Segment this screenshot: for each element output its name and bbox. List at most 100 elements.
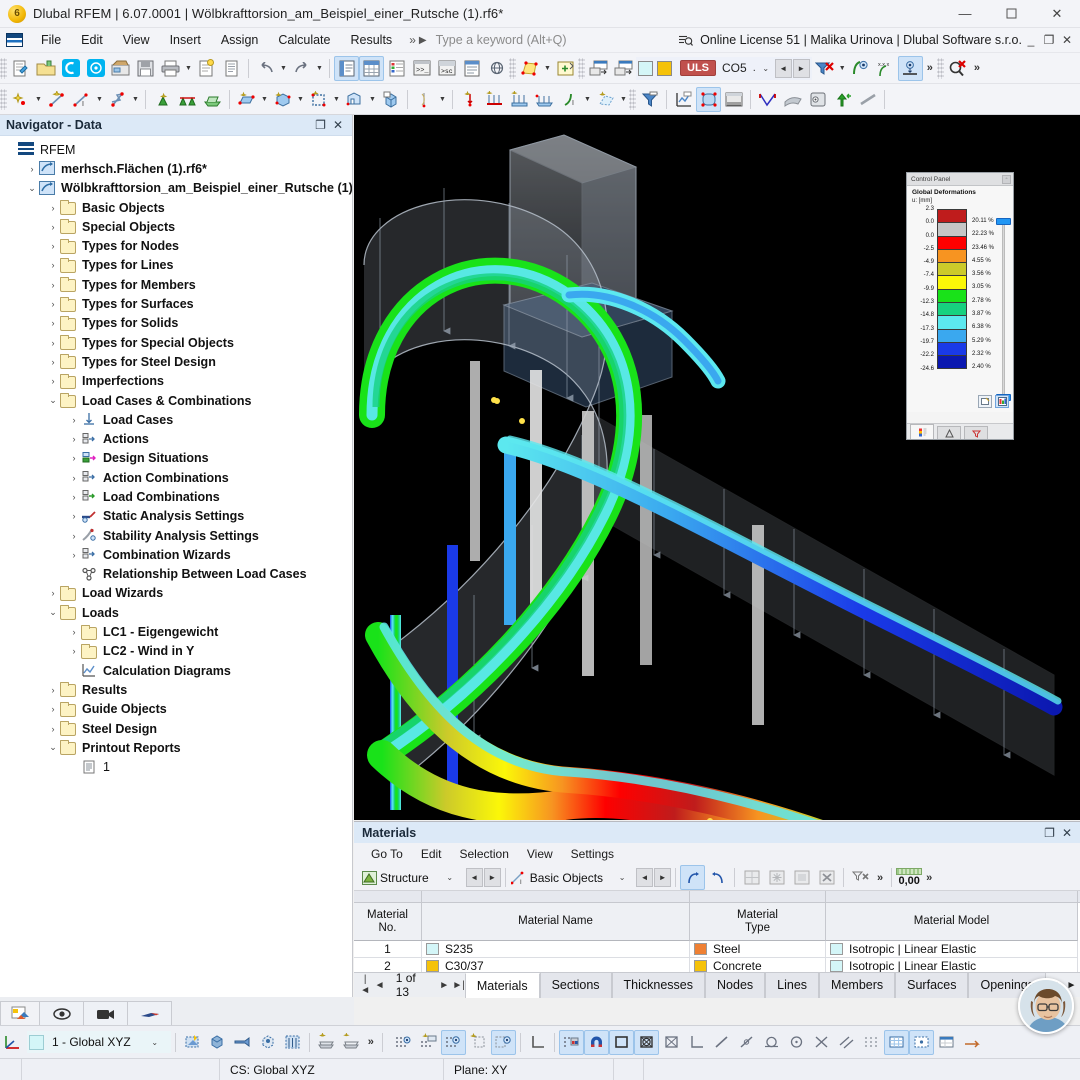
surface-load-icon[interactable] <box>532 87 557 112</box>
animation-icon[interactable] <box>721 87 746 112</box>
table-row[interactable]: 1 S235 Steel Isotropic | Linear Elastic <box>354 941 1080 958</box>
cell-material-no[interactable]: 1 <box>354 941 422 958</box>
new-node-dropdown[interactable]: ▼ <box>33 87 44 112</box>
print-icon[interactable] <box>158 56 183 81</box>
diagram-icon[interactable] <box>671 87 696 112</box>
mdi-close-button[interactable]: ✕ <box>1058 33 1076 47</box>
tree-expand-arrow[interactable]: › <box>46 299 60 309</box>
surface-dropdown[interactable]: ▼ <box>542 56 553 81</box>
load-wizard-icon[interactable] <box>593 87 618 112</box>
keyword-search-input[interactable]: Type a keyword (Alt+Q) <box>432 33 664 47</box>
objects-combo-dropdown[interactable]: ⌄ <box>609 873 635 882</box>
scale-color-3[interactable] <box>937 248 967 263</box>
tree-item-imperfections[interactable]: › Imperfections <box>0 372 352 391</box>
cell-material-name[interactable]: S235 <box>422 941 690 958</box>
rotate-section-icon[interactable] <box>680 865 706 890</box>
load-wizard-dropdown[interactable]: ▼ <box>618 87 629 112</box>
free-load-icon[interactable]: I <box>557 87 582 112</box>
color-scale-slider-thumb-top[interactable] <box>996 218 1011 225</box>
load-case-prev-button[interactable]: ◄ <box>774 58 792 78</box>
undo-icon[interactable] <box>253 56 278 81</box>
table-view-icon[interactable] <box>934 1030 959 1055</box>
tree-expand-arrow[interactable]: ⌄ <box>46 742 60 753</box>
tree-item-lc1-eigengewicht[interactable]: › LC1 - Eigengewicht <box>0 622 352 641</box>
tree-item-types-for-surfaces[interactable]: › Types for Surfaces <box>0 294 352 313</box>
tab-materials[interactable]: Materials <box>464 972 540 998</box>
new-model-icon[interactable] <box>8 56 33 81</box>
cloud-network-icon[interactable] <box>83 56 108 81</box>
filter-tab[interactable] <box>964 426 988 439</box>
new-solid-dropdown[interactable]: ▼ <box>295 87 306 112</box>
show-results-icon[interactable] <box>848 56 873 81</box>
new-surface-dropdown[interactable]: ▼ <box>259 87 270 112</box>
undo-dropdown[interactable]: ▼ <box>278 56 289 81</box>
menu-assign[interactable]: Assign <box>211 29 269 51</box>
perpendicular-snap-icon[interactable] <box>734 1030 759 1055</box>
menu-insert[interactable]: Insert <box>160 29 211 51</box>
model-wizard-icon[interactable] <box>108 56 133 81</box>
toolbar2-grip-2[interactable] <box>629 88 636 110</box>
tree-item-types-for-solids[interactable]: › Types for Solids <box>0 314 352 333</box>
pager-last-button[interactable]: ►| <box>452 980 465 991</box>
toolbar1-overflow-button[interactable]: » <box>923 62 937 74</box>
tree-item-types-for-members[interactable]: › Types for Members <box>0 275 352 294</box>
nodal-support-icon[interactable] <box>150 87 175 112</box>
filter-clear-icon[interactable] <box>812 56 837 81</box>
snap-grid-icon[interactable] <box>391 1030 416 1055</box>
delete-row-icon[interactable] <box>814 865 839 890</box>
structure-next-button[interactable]: ► <box>483 868 501 887</box>
color-scale-slider-track[interactable] <box>1002 222 1005 398</box>
new-member-dropdown[interactable]: ▼ <box>130 87 141 112</box>
materials-menu-edit[interactable]: Edit <box>412 845 451 863</box>
new-cube-icon[interactable] <box>378 87 403 112</box>
toolbar-grip[interactable] <box>0 57 7 79</box>
coordinate-system-icon[interactable] <box>0 1030 25 1055</box>
tree-item-1[interactable]: 1 <box>0 758 352 777</box>
structure-prev-button[interactable]: ◄ <box>465 868 483 887</box>
tree-expand-arrow[interactable]: › <box>46 203 60 213</box>
tree-item-types-for-steel-design[interactable]: › Types for Steel Design <box>0 352 352 371</box>
scale-color-5[interactable] <box>937 275 967 289</box>
cloud-icon[interactable] <box>58 56 83 81</box>
scale-color-9[interactable] <box>937 328 967 342</box>
scale-color-4[interactable] <box>937 262 967 276</box>
materials-menu-goto[interactable]: Go To <box>362 845 412 863</box>
menu-view[interactable]: View <box>113 29 160 51</box>
tree-expand-arrow[interactable]: › <box>67 473 81 483</box>
tree-item-load-cases-combinations[interactable]: ⌄ Load Cases & Combinations <box>0 391 352 410</box>
toolbar2-grip[interactable] <box>0 88 7 110</box>
col-header-material-model[interactable]: Material Model <box>826 903 1078 941</box>
tree-item-merhsch-fl-chen-1-rf6[interactable]: › merhsch.Flächen (1).rf6* <box>0 159 352 178</box>
line-snap-icon[interactable] <box>709 1030 734 1055</box>
new-dimension-icon[interactable]: I <box>69 87 94 112</box>
extrusion-icon[interactable] <box>230 1030 255 1055</box>
deformation-diagram-icon[interactable] <box>755 87 780 112</box>
rectangle-snap-icon[interactable] <box>608 1029 634 1055</box>
pager-first-button[interactable]: |◄ <box>359 974 371 996</box>
show-grid-icon[interactable] <box>883 1029 909 1055</box>
surface-icon[interactable] <box>517 56 542 81</box>
open-model-icon[interactable] <box>33 56 58 81</box>
intersection-snap-icon[interactable] <box>809 1030 834 1055</box>
scale-color-10[interactable] <box>937 341 967 356</box>
grid-dots-icon[interactable] <box>859 1030 884 1055</box>
results-values-icon[interactable]: x.x.x <box>873 56 898 81</box>
tree-item-results[interactable]: › Results <box>0 680 352 699</box>
tree-expand-arrow[interactable]: › <box>67 646 81 656</box>
tree-item-calculation-diagrams[interactable]: Calculation Diagrams <box>0 661 352 680</box>
tree-expand-arrow[interactable]: › <box>67 453 81 463</box>
object-snap-toggle-icon[interactable] <box>490 1029 516 1055</box>
load-case-next-button[interactable]: ► <box>792 58 810 78</box>
scale-color-1[interactable] <box>937 222 967 236</box>
free-load-dropdown[interactable]: ▼ <box>582 87 593 112</box>
tree-item-types-for-special-objects[interactable]: › Types for Special Objects <box>0 333 352 352</box>
toolbar-grip-4[interactable] <box>936 57 944 79</box>
centroid-snap-icon[interactable] <box>633 1029 659 1055</box>
clipping-plane-tab[interactable] <box>127 1001 172 1025</box>
cell-material-no[interactable]: 2 <box>354 958 422 972</box>
save-icon[interactable] <box>133 56 158 81</box>
tree-item-types-for-lines[interactable]: › Types for Lines <box>0 256 352 275</box>
extrude-icon[interactable] <box>830 87 855 112</box>
materials-menu-selection[interactable]: Selection <box>451 845 518 863</box>
merge-cells-icon[interactable] <box>739 865 764 890</box>
